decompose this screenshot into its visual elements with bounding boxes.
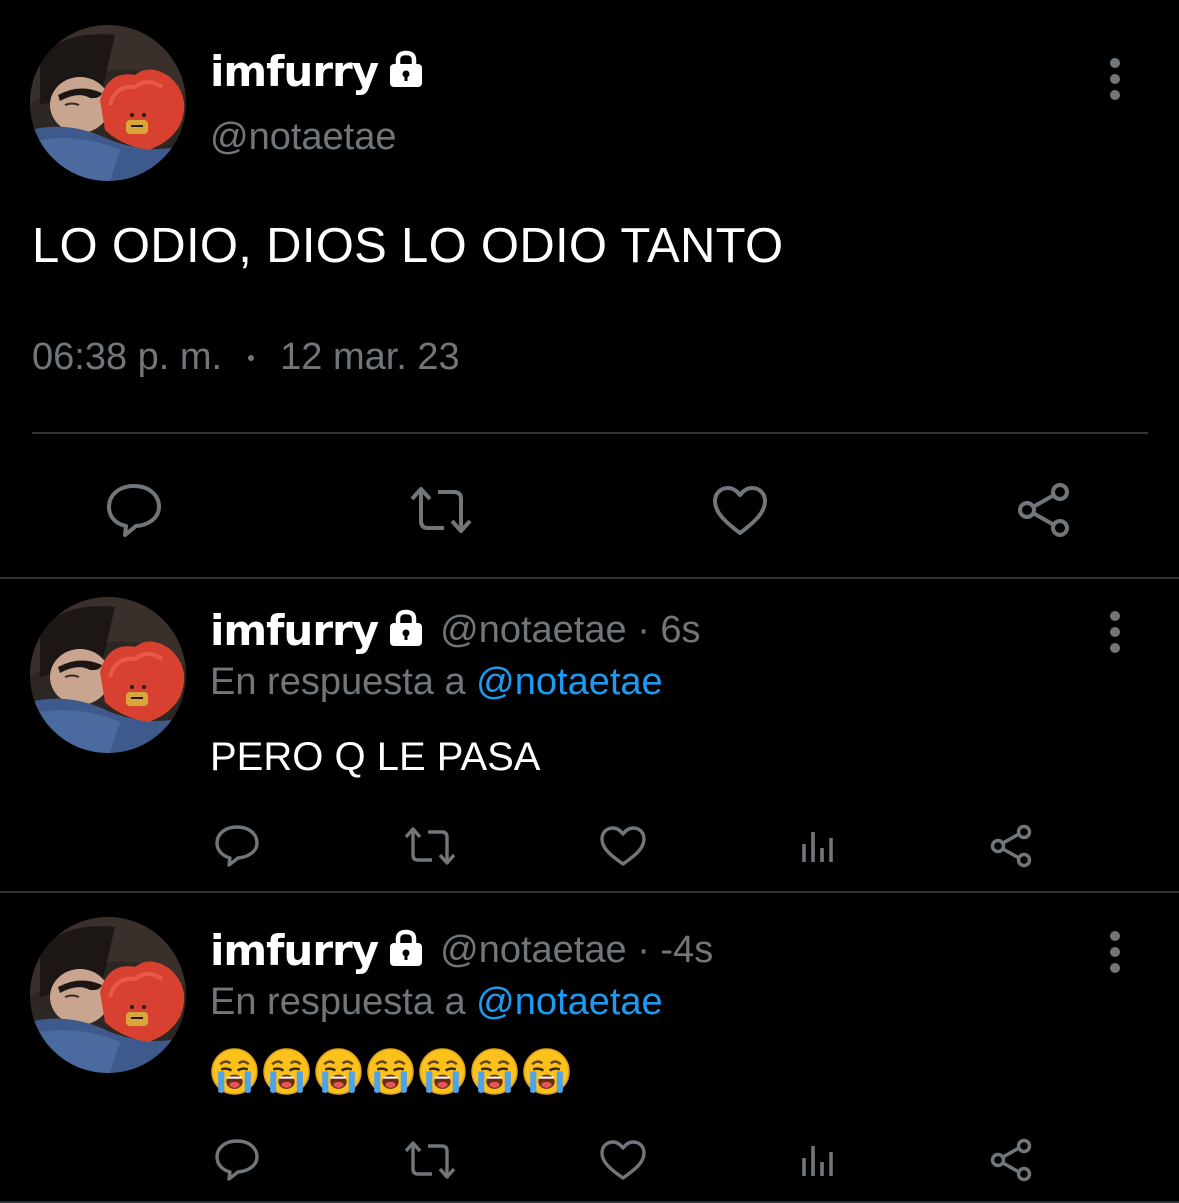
author-name-row: imfurry xyxy=(210,44,426,98)
retweet-icon[interactable] xyxy=(402,821,458,871)
reply-icon[interactable] xyxy=(212,821,262,871)
loudly-crying-face-emoji xyxy=(262,1047,311,1101)
tweet-emoji-row xyxy=(210,1047,574,1101)
display-name[interactable]: imfurry xyxy=(210,47,379,96)
separator-dot xyxy=(248,354,255,361)
loudly-crying-face-emoji xyxy=(418,1047,467,1101)
tweet-actions xyxy=(0,815,1179,875)
tweet-actions xyxy=(0,1129,1179,1189)
reply-to-line: En respuesta a @notaetae xyxy=(210,981,663,1024)
tweet-text: LO ODIO, DIOS LO ODIO TANTO xyxy=(32,219,784,273)
analytics-icon[interactable] xyxy=(794,1135,844,1185)
display-name[interactable]: imfurry xyxy=(210,926,379,975)
mention-link[interactable]: @notaetae xyxy=(476,981,663,1023)
tweet-timestamp: 06:38 p. m. 12 mar. 23 xyxy=(32,336,460,379)
reply-icon[interactable] xyxy=(104,478,164,542)
retweet-icon[interactable] xyxy=(402,1135,458,1185)
reply-tweet: imfurry @notaetae · 6s En respuesta a @n… xyxy=(0,579,1179,891)
loudly-crying-face-emoji xyxy=(470,1047,519,1101)
more-options-icon[interactable] xyxy=(1108,611,1122,659)
mention-link[interactable]: @notaetae xyxy=(476,661,663,703)
like-icon[interactable] xyxy=(598,821,648,871)
reply-tweet: imfurry @notaetae · -4s En respuesta a @… xyxy=(0,893,1179,1203)
reply-icon[interactable] xyxy=(212,1135,262,1185)
display-name[interactable]: imfurry xyxy=(210,606,379,655)
divider xyxy=(32,432,1148,434)
like-icon[interactable] xyxy=(710,478,770,542)
like-icon[interactable] xyxy=(598,1135,648,1185)
share-icon[interactable] xyxy=(986,821,1036,871)
lock-icon xyxy=(386,49,426,94)
main-tweet: imfurry @notaetae LO ODIO, DIOS LO ODIO … xyxy=(0,0,1179,578)
loudly-crying-face-emoji xyxy=(522,1047,571,1101)
handle-time[interactable]: @notaetae · -4s xyxy=(440,929,713,972)
avatar[interactable] xyxy=(30,597,186,753)
more-options-icon[interactable] xyxy=(1108,58,1122,106)
avatar[interactable] xyxy=(30,25,186,181)
reply-header: imfurry @notaetae · 6s xyxy=(210,603,701,657)
share-icon[interactable] xyxy=(1014,478,1074,542)
tweet-time: 06:38 p. m. xyxy=(32,336,223,378)
retweet-icon[interactable] xyxy=(406,478,476,542)
loudly-crying-face-emoji xyxy=(210,1047,259,1101)
loudly-crying-face-emoji xyxy=(366,1047,415,1101)
reply-header: imfurry @notaetae · -4s xyxy=(210,923,713,977)
share-icon[interactable] xyxy=(986,1135,1036,1185)
tweet-date: 12 mar. 23 xyxy=(280,336,460,378)
lock-icon xyxy=(386,928,426,973)
reply-to-prefix: En respuesta a xyxy=(210,981,466,1023)
handle[interactable]: @notaetae xyxy=(210,116,397,159)
analytics-icon[interactable] xyxy=(794,821,844,871)
reply-to-prefix: En respuesta a xyxy=(210,661,466,703)
more-options-icon[interactable] xyxy=(1108,931,1122,979)
lock-icon xyxy=(386,608,426,653)
loudly-crying-face-emoji xyxy=(314,1047,363,1101)
handle-time[interactable]: @notaetae · 6s xyxy=(440,609,700,652)
tweet-text: PERO Q LE PASA xyxy=(210,735,541,779)
tweet-actions xyxy=(0,470,1179,550)
avatar[interactable] xyxy=(30,917,186,1073)
reply-to-line: En respuesta a @notaetae xyxy=(210,661,663,704)
